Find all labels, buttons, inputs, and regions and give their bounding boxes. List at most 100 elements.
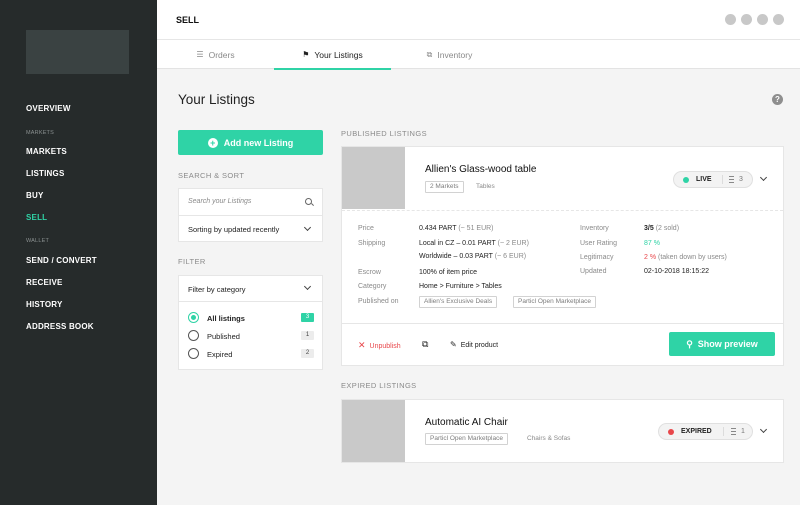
listing-thumbnail[interactable] <box>342 400 405 462</box>
logo <box>26 30 129 74</box>
sidebar-item-sell[interactable]: SELL <box>26 213 47 222</box>
show-preview-button[interactable]: ⚲ Show preview <box>669 332 775 356</box>
filter-option-label: Expired <box>207 350 233 359</box>
page-title: Your Listings <box>178 92 255 107</box>
status-live-icon <box>683 177 689 183</box>
filter-option-expired[interactable]: Expired 2 <box>188 347 314 361</box>
window-dot-1[interactable] <box>725 14 736 25</box>
copy-button[interactable]: ⧉ <box>422 339 428 350</box>
shipping-local-part: Local in CZ – 0.01 PART <box>419 240 496 247</box>
tab-orders-label: Orders <box>208 49 235 60</box>
sidebar: OVERVIEW MARKETS MARKETS LISTINGS BUY SE… <box>0 0 157 505</box>
sidebar-item-history[interactable]: HISTORY <box>26 300 63 309</box>
sidebar-item-receive[interactable]: RECEIVE <box>26 278 63 287</box>
category-tag: Tables <box>476 183 495 190</box>
status-count: 3 <box>739 176 743 183</box>
divider <box>342 323 783 324</box>
sidebar-item-listings[interactable]: LISTINGS <box>26 169 65 178</box>
plus-icon: + <box>207 137 218 148</box>
window-dot-3[interactable] <box>757 14 768 25</box>
shipping-local: Local in CZ – 0.01 PART (~ 2 EUR) <box>419 240 529 247</box>
sidebar-item-overview[interactable]: OVERVIEW <box>26 104 71 113</box>
sidebar-item-send-convert[interactable]: SEND / CONVERT <box>26 256 97 265</box>
price-eur: (~ 51 EUR) <box>458 225 494 232</box>
list-icon: ☰ <box>196 50 204 59</box>
tab-bar: ☰ Orders ⚑ Your Listings ⧉ Inventory <box>157 40 800 70</box>
tab-inventory[interactable]: ⧉ Inventory <box>391 40 508 69</box>
listing-card-expired: Automatic AI Chair Particl Open Marketpl… <box>341 399 784 463</box>
pencil-icon: ✎ <box>450 340 457 349</box>
listing-title[interactable]: Automatic AI Chair <box>425 417 508 428</box>
shipping-local-eur: (~ 2 EUR) <box>497 240 529 247</box>
listing-thumbnail[interactable] <box>342 147 405 209</box>
tag-icon: ⚑ <box>302 50 310 59</box>
radio-selected-icon <box>188 312 199 323</box>
user-rating-value: 87 % <box>644 240 660 247</box>
status-badge: EXPIRED 1 <box>658 423 753 440</box>
market-tag[interactable]: Particl Open Marketplace <box>513 296 596 308</box>
add-listing-label: Add new Listing <box>223 137 294 148</box>
category-select[interactable]: Filter by category <box>179 276 322 302</box>
legitimacy-label: Legitimacy <box>580 254 614 261</box>
sidebar-item-markets[interactable]: MARKETS <box>26 147 67 156</box>
tab-your-listings[interactable]: ⚑ Your Listings <box>274 40 391 70</box>
sidebar-item-buy[interactable]: BUY <box>26 191 44 200</box>
shipping-world-part: Worldwide – 0.03 PART <box>419 253 493 260</box>
escrow-label: Escrow <box>358 269 381 276</box>
category-value: Filter by category <box>188 285 246 294</box>
window-dot-2[interactable] <box>741 14 752 25</box>
status-badge: LIVE 3 <box>673 171 753 188</box>
category-value: Home > Furniture > Tables <box>419 283 502 290</box>
status-expired-icon <box>668 429 674 435</box>
filter-panel: Filter by category All listings 3 Publis… <box>178 275 323 370</box>
market-tag: Particl Open Marketplace <box>425 433 508 445</box>
zoom-icon: ⚲ <box>686 338 693 349</box>
user-rating-label: User Rating <box>580 240 617 247</box>
stack-icon <box>729 176 734 183</box>
radio-icon <box>188 330 199 341</box>
edit-product-button[interactable]: ✎ Edit product <box>450 340 498 349</box>
search-input[interactable]: Search your Listings <box>178 188 323 215</box>
tab-orders[interactable]: ☰ Orders <box>157 40 274 69</box>
add-listing-button[interactable]: + Add new Listing <box>178 130 323 155</box>
filter-option-label: Published <box>207 332 240 341</box>
price-label: Price <box>358 225 374 232</box>
window-dot-4[interactable] <box>773 14 784 25</box>
sort-select[interactable]: Sorting by updated recently <box>178 215 323 242</box>
close-icon: ✕ <box>358 340 366 350</box>
escrow-value: 100% of item price <box>419 269 477 276</box>
chevron-down-icon[interactable] <box>759 425 768 434</box>
inventory-label: Inventory <box>580 225 609 232</box>
filter-option-all[interactable]: All listings 3 <box>188 311 314 325</box>
shipping-world-eur: (~ 6 EUR) <box>494 253 527 260</box>
help-icon[interactable]: ? <box>772 94 783 105</box>
filter-option-published[interactable]: Published 1 <box>188 329 314 343</box>
category-tag: Chairs & Sofas <box>527 435 571 442</box>
unpublish-label: Unpublish <box>369 343 401 350</box>
updated-value: 02-10-2018 18:15:22 <box>644 268 709 275</box>
listing-title[interactable]: Allien's Glass-wood table <box>425 164 536 175</box>
count-badge: 1 <box>301 331 314 340</box>
inventory-count: 3/5 <box>644 225 654 232</box>
chevron-down-icon[interactable] <box>759 173 768 182</box>
published-listings-heading: PUBLISHED LISTINGS <box>341 129 427 138</box>
status-count: 1 <box>741 428 745 435</box>
count-badge: 3 <box>301 313 314 322</box>
price-part: 0.434 PART <box>419 225 457 232</box>
chevron-down-icon <box>303 223 312 232</box>
updated-label: Updated <box>580 268 607 275</box>
divider <box>722 175 723 184</box>
sidebar-section-markets: MARKETS <box>26 130 54 136</box>
unpublish-button[interactable]: ✕ Unpublish <box>358 340 401 351</box>
price-value: 0.434 PART (~ 51 EUR) <box>419 225 494 232</box>
search-icon <box>305 198 312 205</box>
market-tag[interactable]: Allien's Exclusive Deals <box>419 296 498 308</box>
sidebar-section-wallet: WALLET <box>26 238 50 244</box>
divider <box>342 210 783 211</box>
radio-icon <box>188 348 199 359</box>
search-sort-heading: SEARCH & SORT <box>178 171 245 180</box>
copy-icon: ⧉ <box>422 339 429 349</box>
published-on-label: Published on <box>358 298 399 305</box>
sidebar-item-address-book[interactable]: ADDRESS BOOK <box>26 322 94 331</box>
search-placeholder: Search your Listings <box>188 198 252 205</box>
